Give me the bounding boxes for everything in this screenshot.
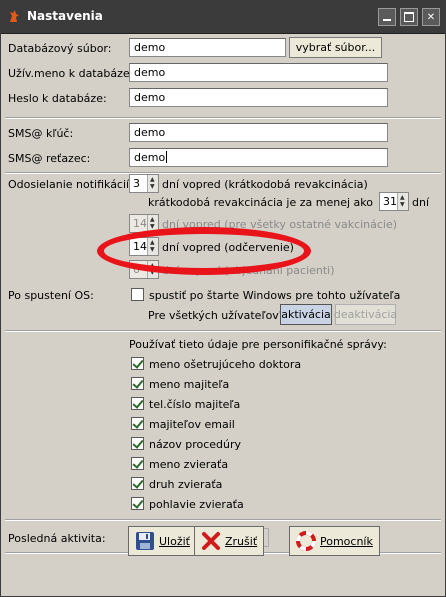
- checkbox-label: majiteľov email: [149, 418, 235, 431]
- startup-checkbox[interactable]: [131, 288, 144, 301]
- dialog-body: Databázový súbor: demo vybrať súbor... U…: [1, 34, 445, 596]
- text-caret: [166, 151, 168, 163]
- separator: [5, 117, 441, 119]
- save-button[interactable]: Uložiť: [128, 526, 197, 556]
- db-file-label: Databázový súbor:: [8, 42, 112, 55]
- last-activity-label: Posledná aktivita:: [8, 532, 106, 545]
- lifebuoy-icon: [296, 531, 316, 551]
- checkbox-owner-phone[interactable]: [131, 397, 144, 410]
- short-days-spinner[interactable]: 3 ▲ ▼: [129, 174, 159, 193]
- separator: [5, 172, 441, 174]
- separator: [5, 330, 441, 332]
- checkbox-label: tel.číslo majiteľa: [149, 398, 241, 411]
- db-pass-label: Heslo k databáze:: [8, 92, 107, 105]
- startup-checkbox-text: spustiť po štarte Windows pre tohto užív…: [149, 289, 401, 302]
- checkbox-label: pohlavie zvieraťa: [149, 498, 244, 511]
- threshold-days-spinner[interactable]: 31 ▲ ▼: [379, 192, 409, 211]
- checkbox-label: meno zvieraťa: [149, 458, 229, 471]
- startup-label: Po spustení OS:: [8, 289, 94, 302]
- threshold-days-suffix: dní: [412, 196, 430, 209]
- db-user-field[interactable]: demo: [129, 63, 388, 82]
- checkbox-doctor-name[interactable]: [131, 357, 144, 370]
- activate-button[interactable]: aktivácia: [280, 304, 332, 325]
- checkbox-owner-email[interactable]: [131, 417, 144, 430]
- checkbox-procedure-name[interactable]: [131, 437, 144, 450]
- help-button[interactable]: Pomocník: [289, 526, 380, 556]
- sms-key-label: SMS@ kľúč:: [8, 127, 74, 140]
- db-file-field[interactable]: demo: [129, 38, 286, 57]
- separator: [5, 519, 441, 521]
- notifications-label: Odosielanie notifikácií:: [8, 178, 133, 191]
- checkbox-owner-name[interactable]: [131, 377, 144, 390]
- db-pass-field[interactable]: demo: [129, 88, 388, 107]
- sms-key-field[interactable]: demo: [129, 123, 388, 142]
- maximize-icon[interactable]: [400, 8, 418, 26]
- checkbox-label: druh zvieraťa: [149, 478, 223, 491]
- highlight-annotation-ellipse: [97, 227, 311, 275]
- app-icon: [10, 10, 19, 22]
- personalization-heading: Používať tieto údaje pre personifikačné …: [129, 338, 387, 351]
- window-title: Nastavenia: [27, 9, 103, 23]
- close-icon[interactable]: ✕: [422, 8, 440, 26]
- settings-window: Nastavenia ✕ Databázový súbor: demo vybr…: [0, 0, 446, 597]
- floppy-disk-icon: [136, 532, 154, 550]
- short-threshold-prefix: krátkodobá revakcinácia je za menej ako: [148, 196, 373, 209]
- title-bar[interactable]: Nastavenia ✕: [1, 1, 445, 34]
- short-days-text: dní vopred (krátkodobá revakcinácia): [162, 178, 368, 191]
- checkbox-animal-sex[interactable]: [131, 497, 144, 510]
- checkbox-label: názov procedúry: [149, 438, 242, 451]
- spinner-arrows-icon[interactable]: ▲ ▼: [397, 193, 408, 210]
- choose-file-button[interactable]: vybrať súbor...: [289, 37, 382, 58]
- checkbox-label: meno ošetrujúceho doktora: [149, 358, 302, 371]
- cancel-button[interactable]: Zrušiť: [194, 526, 265, 556]
- cancel-x-icon: [202, 532, 220, 550]
- minimize-icon[interactable]: [378, 8, 396, 26]
- checkbox-label: meno majiteľa: [149, 378, 230, 391]
- sms-string-field[interactable]: demo: [129, 148, 388, 167]
- checkbox-animal-name[interactable]: [131, 457, 144, 470]
- all-users-label: Pre všetkých užívateľov?: [148, 309, 285, 322]
- sms-string-label: SMS@ reťazec:: [8, 152, 91, 165]
- db-user-label: Užív.meno k databáze:: [8, 67, 134, 80]
- spinner-arrows-icon[interactable]: ▲ ▼: [147, 175, 158, 192]
- deactivate-button[interactable]: deaktivácia: [334, 304, 397, 325]
- checkbox-animal-species[interactable]: [131, 477, 144, 490]
